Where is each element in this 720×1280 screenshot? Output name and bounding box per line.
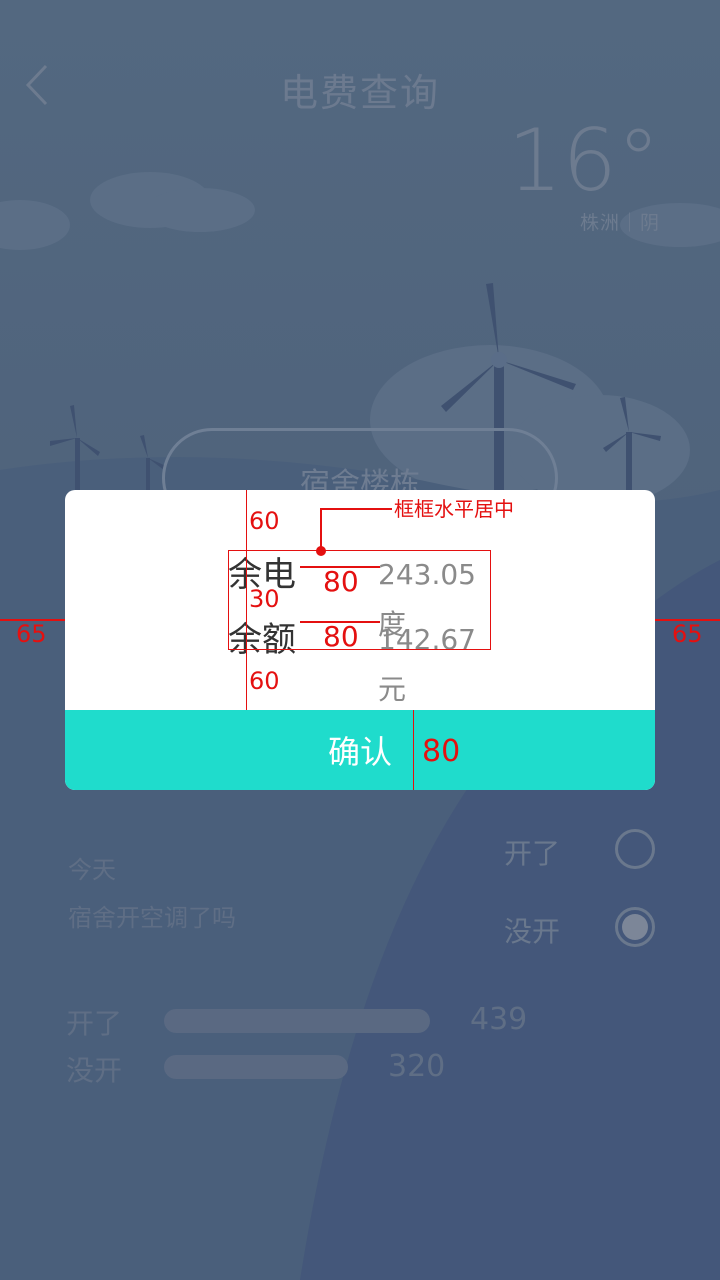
stat-label-yes: 开了 — [66, 1007, 123, 1040]
right-margin-annotation: 65 — [672, 620, 703, 648]
ac-survey: 今天 宿舍开空调了吗 开了 没开 — [0, 820, 720, 980]
stat-bar-yes — [164, 1009, 430, 1033]
gap-annotation-2: 80 — [323, 620, 359, 653]
confirm-button[interactable]: 确认 — [65, 710, 655, 790]
center-note-leader-horizontal — [320, 508, 392, 510]
center-note-leader-vertical — [320, 508, 322, 551]
row-gap-annotation: 30 — [249, 585, 280, 613]
stat-bar-no — [164, 1055, 348, 1079]
weather-location: 株洲｜阴 — [579, 212, 660, 234]
stat-label-no: 没开 — [66, 1054, 123, 1087]
option-no-radio[interactable] — [615, 907, 655, 947]
survey-results: 开了 439 没开 320 — [0, 1000, 720, 1100]
button-height-annotation: 80 — [422, 734, 461, 769]
weather-temperature: 16° — [507, 111, 660, 211]
stat-count-yes: 439 — [470, 1002, 528, 1037]
survey-today-label: 今天 — [68, 856, 116, 884]
option-yes-radio[interactable] — [615, 829, 655, 869]
survey-question: 宿舍开空调了吗 — [68, 904, 236, 932]
button-height-guide — [413, 710, 414, 790]
option-no-label: 没开 — [504, 915, 561, 948]
page-title: 电费查询 — [279, 71, 440, 115]
left-margin-annotation: 65 — [16, 620, 47, 648]
gap-annotation-1: 80 — [323, 565, 359, 598]
center-note-annotation: 框框水平居中 — [394, 497, 514, 521]
bottom-spacing-annotation: 60 — [249, 667, 280, 695]
stat-count-no: 320 — [388, 1049, 446, 1084]
center-note-dot — [316, 546, 326, 556]
weather-widget: 16° 株洲｜阴 — [508, 118, 660, 235]
top-spacing-annotation: 60 — [249, 507, 280, 535]
option-yes-label: 开了 — [504, 837, 561, 870]
